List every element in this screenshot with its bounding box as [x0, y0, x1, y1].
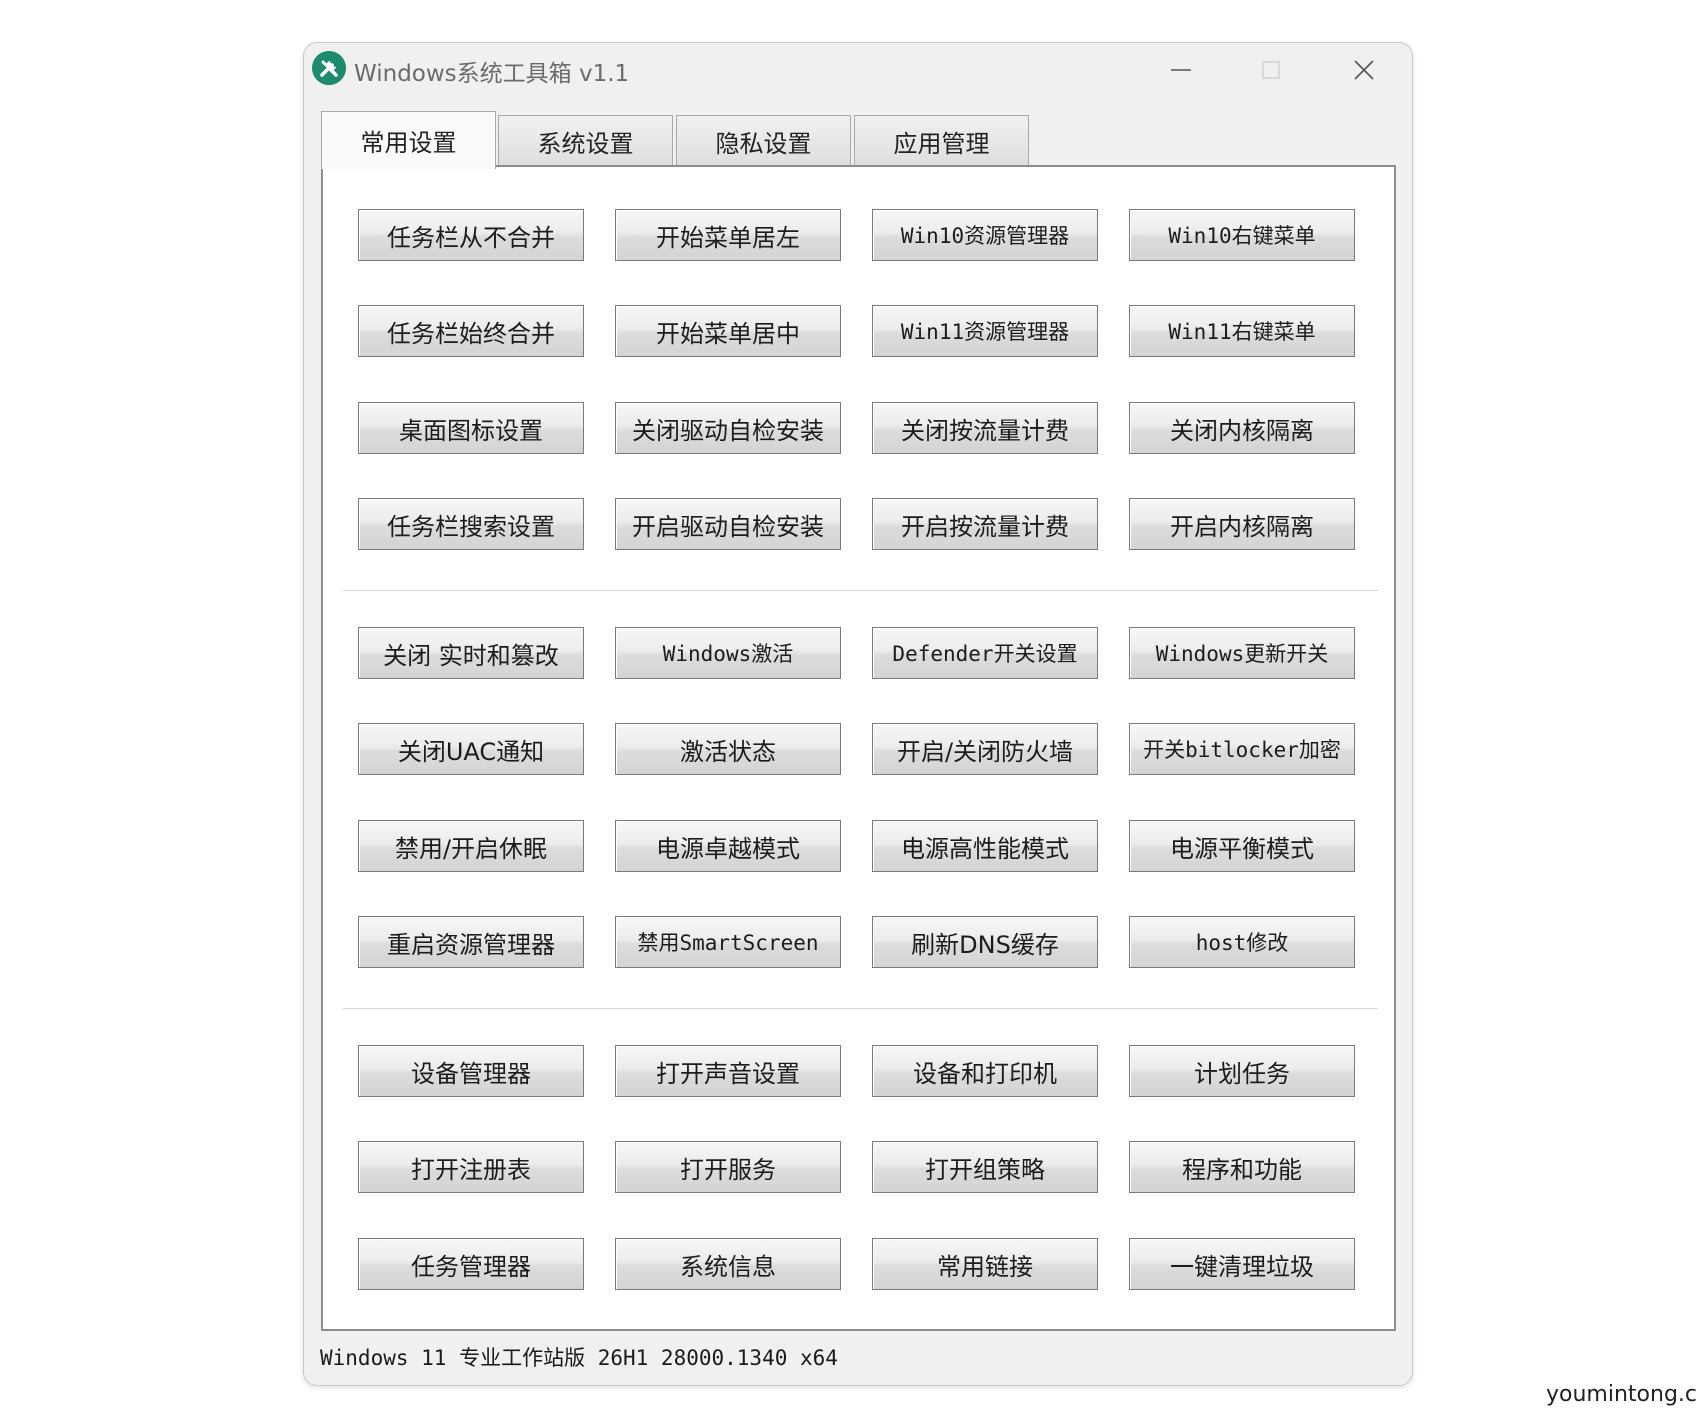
disable-core-isolation-button[interactable]: 关闭内核隔离 [1129, 402, 1355, 454]
win10-explorer-button[interactable]: Win10资源管理器 [872, 209, 1098, 261]
maximize-icon [1262, 61, 1280, 79]
bitlocker-toggle-button[interactable]: 开关bitlocker加密 [1129, 723, 1355, 775]
flush-dns-button[interactable]: 刷新DNS缓存 [872, 916, 1098, 968]
enable-core-isolation-button[interactable]: 开启内核隔离 [1129, 498, 1355, 550]
app-window: Windows系统工具箱 v1.1 常用设置 系统设置 隐私设置 应用管理 任务… [303, 42, 1413, 1386]
start-menu-center-button[interactable]: 开始菜单居中 [615, 305, 841, 357]
system-info-button[interactable]: 系统信息 [615, 1238, 841, 1290]
tab-common-settings[interactable]: 常用设置 [321, 111, 496, 169]
activation-status-button[interactable]: 激活状态 [615, 723, 841, 775]
enable-metered-connection-button[interactable]: 开启按流量计费 [872, 498, 1098, 550]
status-bar-text: Windows 11 专业工作站版 26H1 28000.1340 x64 [320, 1346, 838, 1370]
hibernate-toggle-button[interactable]: 禁用/开启休眠 [358, 820, 584, 872]
win11-explorer-button[interactable]: Win11资源管理器 [872, 305, 1098, 357]
group-separator [343, 1008, 1378, 1010]
desktop-icon-settings-button[interactable]: 桌面图标设置 [358, 402, 584, 454]
edit-hosts-button[interactable]: host修改 [1129, 916, 1355, 968]
tools-icon [312, 51, 346, 85]
open-services-button[interactable]: 打开服务 [615, 1141, 841, 1193]
disable-driver-autoinstall-button[interactable]: 关闭驱动自检安装 [615, 402, 841, 454]
device-manager-button[interactable]: 设备管理器 [358, 1045, 584, 1097]
minimize-icon [1171, 69, 1191, 71]
minimize-button[interactable] [1164, 55, 1198, 85]
taskbar-search-settings-button[interactable]: 任务栏搜索设置 [358, 498, 584, 550]
firewall-toggle-button[interactable]: 开启/关闭防火墙 [872, 723, 1098, 775]
open-registry-button[interactable]: 打开注册表 [358, 1141, 584, 1193]
defender-toggle-button[interactable]: Defender开关设置 [872, 627, 1098, 679]
balanced-power-button[interactable]: 电源平衡模式 [1129, 820, 1355, 872]
close-icon [1354, 60, 1374, 80]
tab-panel: 任务栏从不合并 开始菜单居左 Win10资源管理器 Win10右键菜单 任务栏始… [321, 165, 1396, 1331]
tab-app-management[interactable]: 应用管理 [854, 115, 1029, 167]
taskbar-always-combine-button[interactable]: 任务栏始终合并 [358, 305, 584, 357]
windows-activation-button[interactable]: Windows激活 [615, 627, 841, 679]
watermark: youmintong.cn [1546, 1382, 1698, 1407]
task-manager-button[interactable]: 任务管理器 [358, 1238, 584, 1290]
devices-printers-button[interactable]: 设备和打印机 [872, 1045, 1098, 1097]
sound-settings-button[interactable]: 打开声音设置 [615, 1045, 841, 1097]
disable-realtime-tamper-button[interactable]: 关闭 实时和篡改 [358, 627, 584, 679]
disable-uac-button[interactable]: 关闭UAC通知 [358, 723, 584, 775]
maximize-button[interactable] [1254, 55, 1288, 85]
clean-junk-button[interactable]: 一键清理垃圾 [1129, 1238, 1355, 1290]
ultimate-power-button[interactable]: 电源卓越模式 [615, 820, 841, 872]
high-performance-power-button[interactable]: 电源高性能模式 [872, 820, 1098, 872]
win10-context-menu-button[interactable]: Win10右键菜单 [1129, 209, 1355, 261]
common-links-button[interactable]: 常用链接 [872, 1238, 1098, 1290]
open-group-policy-button[interactable]: 打开组策略 [872, 1141, 1098, 1193]
disable-smartscreen-button[interactable]: 禁用SmartScreen [615, 916, 841, 968]
task-scheduler-button[interactable]: 计划任务 [1129, 1045, 1355, 1097]
title-bar[interactable]: Windows系统工具箱 v1.1 [304, 43, 1412, 99]
restart-explorer-button[interactable]: 重启资源管理器 [358, 916, 584, 968]
windows-update-toggle-button[interactable]: Windows更新开关 [1129, 627, 1355, 679]
close-button[interactable] [1347, 55, 1381, 85]
win11-context-menu-button[interactable]: Win11右键菜单 [1129, 305, 1355, 357]
disable-metered-connection-button[interactable]: 关闭按流量计费 [872, 402, 1098, 454]
start-menu-left-button[interactable]: 开始菜单居左 [615, 209, 841, 261]
window-title: Windows系统工具箱 v1.1 [354, 61, 630, 87]
group-separator [343, 590, 1378, 592]
programs-features-button[interactable]: 程序和功能 [1129, 1141, 1355, 1193]
tab-privacy-settings[interactable]: 隐私设置 [676, 115, 851, 167]
enable-driver-autoinstall-button[interactable]: 开启驱动自检安装 [615, 498, 841, 550]
tab-system-settings[interactable]: 系统设置 [498, 115, 673, 167]
taskbar-never-combine-button[interactable]: 任务栏从不合并 [358, 209, 584, 261]
